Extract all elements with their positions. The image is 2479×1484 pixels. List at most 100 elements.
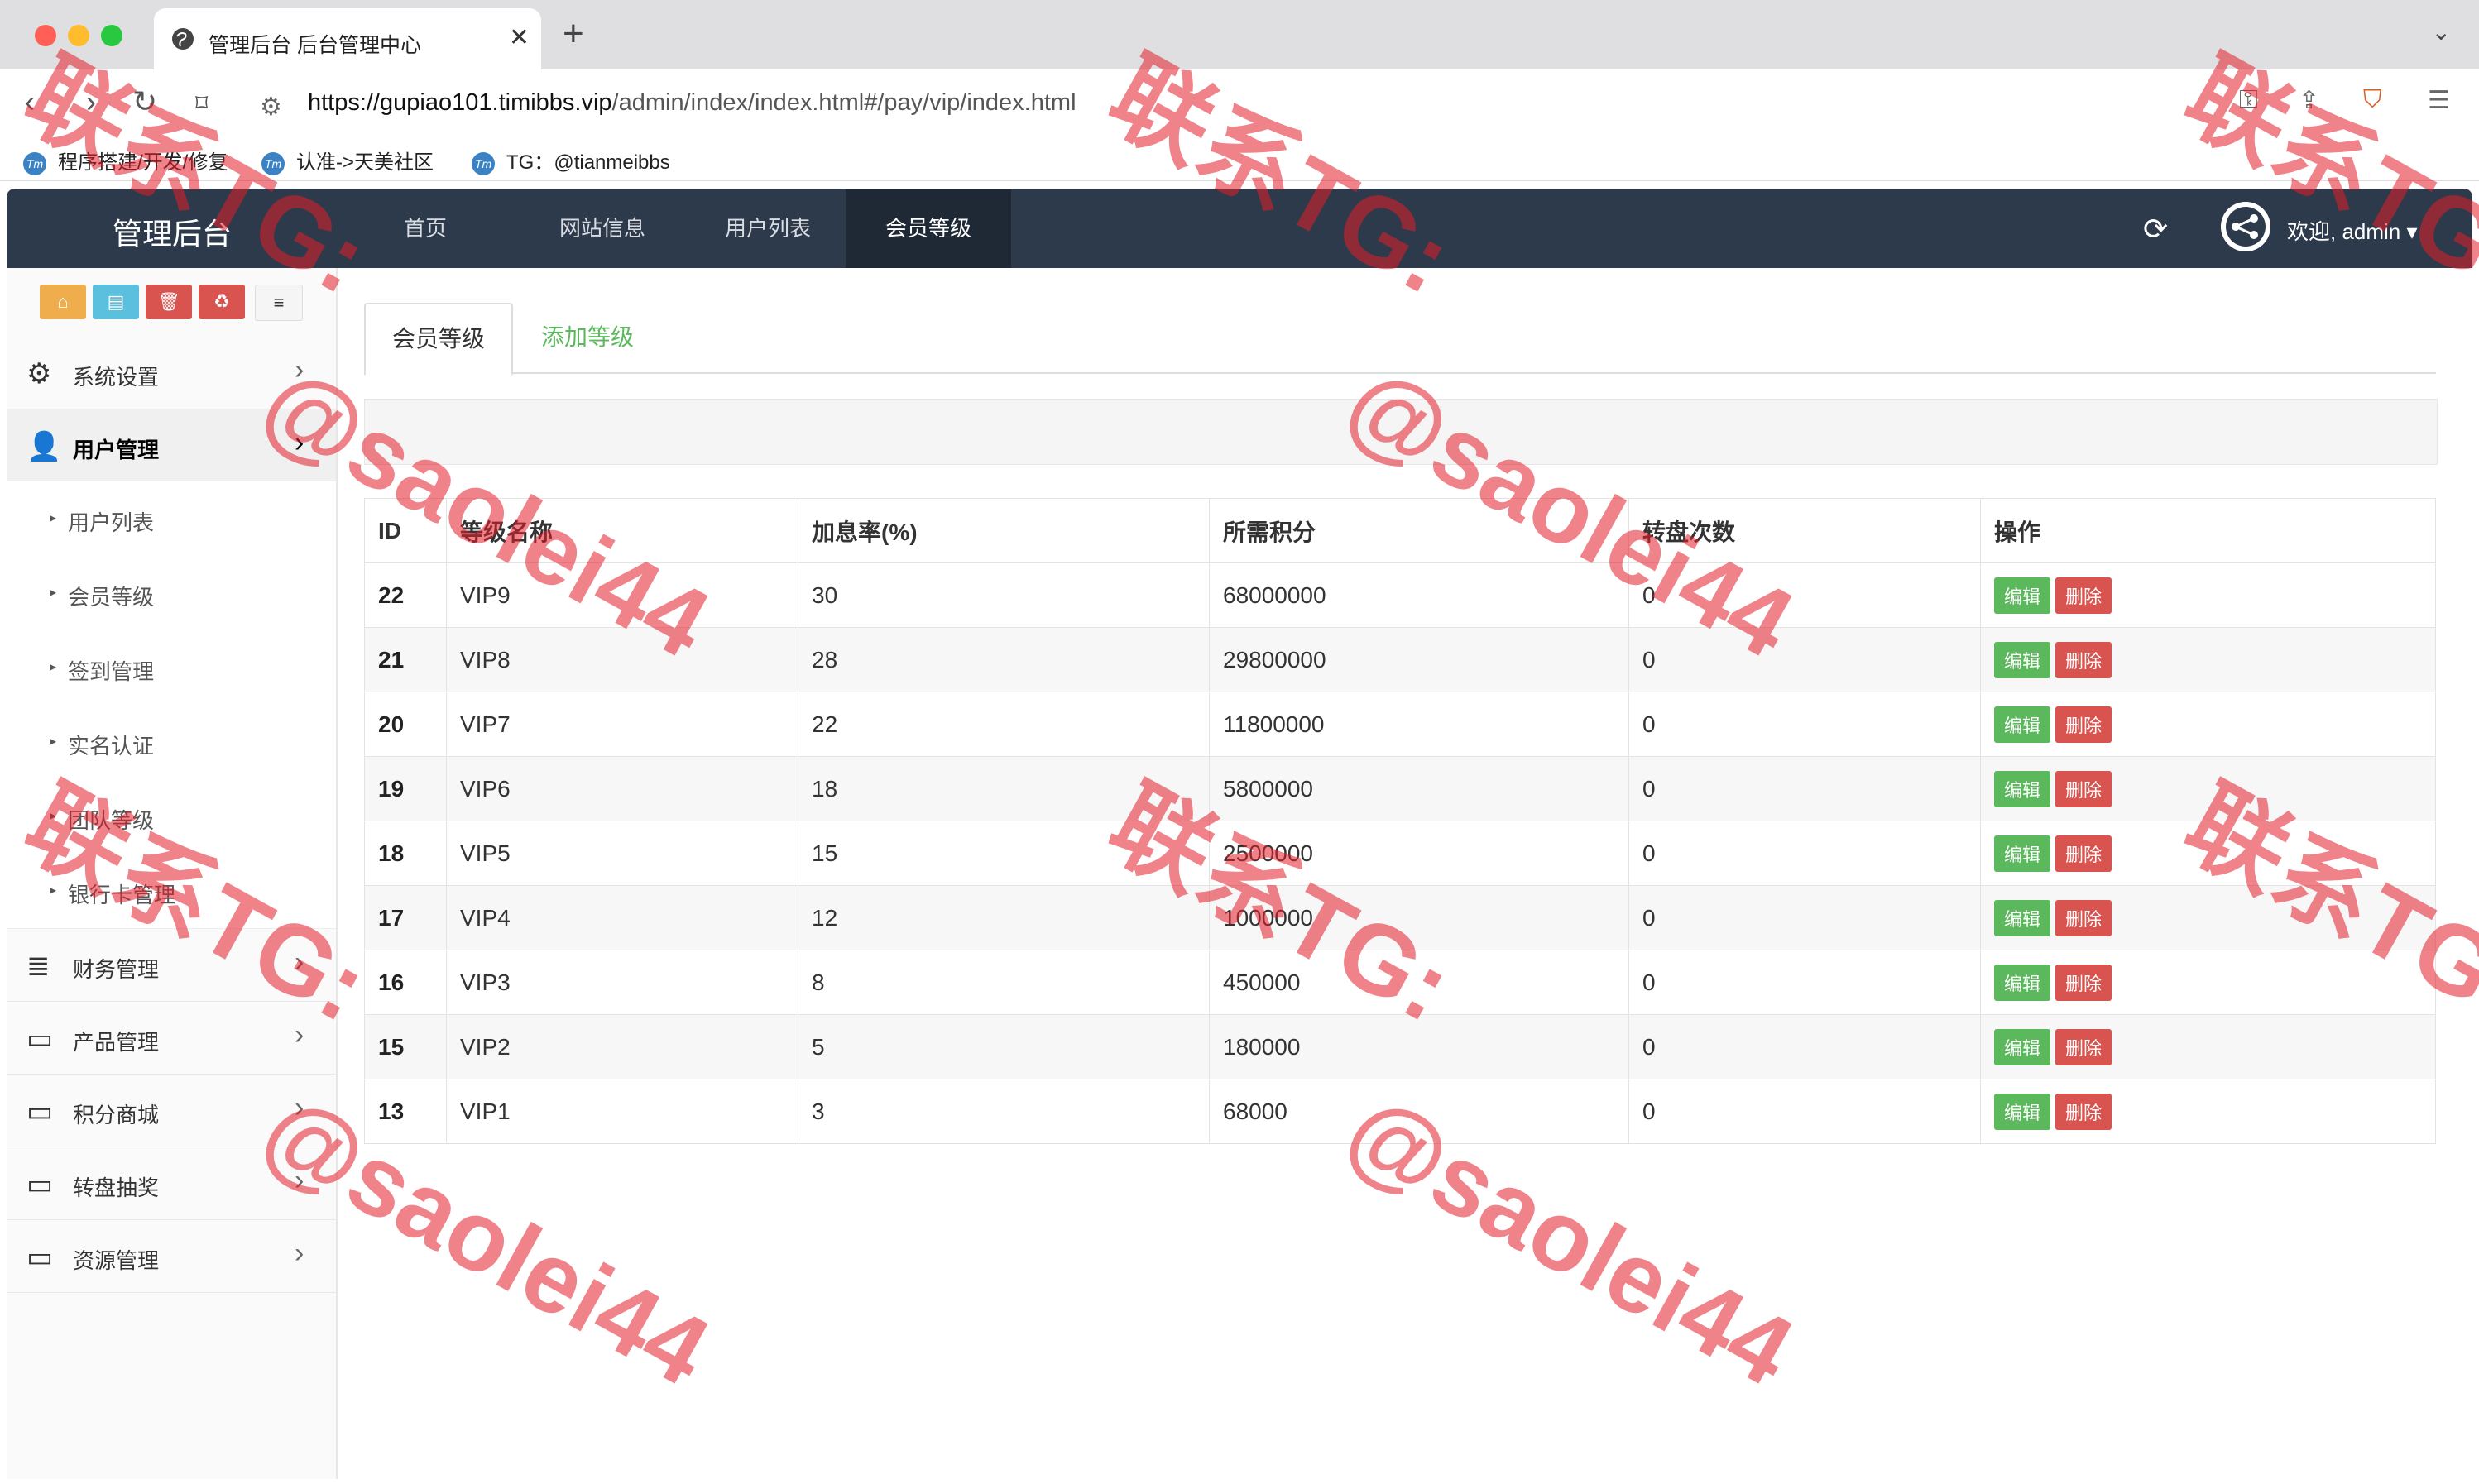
nav-site-info[interactable]: 网站信息 — [528, 189, 677, 268]
cell-interest-rate: 15 — [798, 821, 1210, 886]
brave-shield-icon[interactable]: ⛉ — [2363, 86, 2382, 114]
bookmark-item[interactable]: Tm 程序搭建/开发/修复 — [23, 146, 228, 175]
cell-required-points: 11800000 — [1209, 692, 1629, 757]
edit-button[interactable]: 编辑 — [1994, 899, 2051, 936]
tab-vip-level[interactable]: 会员等级 — [364, 303, 514, 376]
sidebar-item-points-mall[interactable]: ▭ 积分商城 › — [7, 1074, 336, 1147]
cell-id: 18 — [364, 821, 447, 886]
top-navbar: 管理后台 首页 网站信息 用户列表 会员等级 ⟳ 欢迎, admin ▾ — [7, 189, 2472, 268]
sidebar-subitem-label: 用户列表 — [68, 510, 155, 535]
nav-home[interactable]: 首页 — [359, 189, 491, 268]
site-settings-icon[interactable]: ⚙ — [260, 93, 282, 122]
sidebar-subitem-real-name[interactable]: ▸ 实名认证 — [7, 705, 336, 780]
new-tab-icon[interactable]: + — [563, 13, 584, 55]
brand-title[interactable]: 管理后台 — [113, 210, 232, 253]
bookmark-item[interactable]: Tm TG：@tianmeibbs — [472, 146, 670, 175]
sidebar-item-user-management[interactable]: 👤 用户管理 › — [7, 409, 336, 482]
nav-user-list[interactable]: 用户列表 — [693, 189, 842, 268]
edit-button[interactable]: 编辑 — [1994, 1028, 2051, 1065]
cell-id: 20 — [364, 692, 447, 757]
sidebar-subitem-bank-card[interactable]: ▸ 银行卡管理 — [7, 854, 336, 929]
trash-icon[interactable]: 🗑 — [146, 285, 192, 319]
menu-icon[interactable]: ☰ — [2428, 86, 2450, 115]
delete-button[interactable]: 删除 — [2055, 835, 2112, 872]
reload-icon[interactable]: ↻ — [132, 84, 157, 119]
home-icon[interactable]: ⌂ — [40, 285, 86, 319]
edit-button[interactable]: 编辑 — [1994, 1093, 2051, 1130]
delete-button[interactable]: 删除 — [2055, 641, 2112, 678]
sidebar: ⌂ ▤ 🗑 ♻ ≡ ⚙ 系统设置 › 👤 用户管理 › ▸ 用户列表 ▸ 会员等… — [7, 268, 338, 1479]
recycle-icon[interactable]: ♻ — [199, 285, 245, 319]
refresh-icon[interactable]: ⟳ — [2143, 212, 2168, 247]
list-icon[interactable]: ≡ — [255, 285, 303, 321]
nav-vip-level[interactable]: 会员等级 — [846, 189, 1011, 268]
cell-interest-rate: 18 — [798, 756, 1210, 821]
cell-level-name: VIP5 — [446, 821, 798, 886]
close-window-button[interactable] — [35, 25, 56, 46]
edit-button[interactable]: 编辑 — [1994, 577, 2051, 614]
sidebar-item-label: 积分商城 — [73, 1103, 160, 1127]
sidebar-item-system-settings[interactable]: ⚙ 系统设置 › — [7, 336, 336, 409]
sidebar-subitem-label: 签到管理 — [68, 659, 155, 684]
bookmark-icon[interactable]: ⌑ — [195, 89, 208, 118]
sidebar-subitem-vip-level[interactable]: ▸ 会员等级 — [7, 556, 336, 631]
globe-icon — [172, 28, 194, 50]
cell-required-points: 450000 — [1209, 950, 1629, 1015]
cell-interest-rate: 22 — [798, 692, 1210, 757]
maximize-window-button[interactable] — [101, 25, 122, 46]
edit-button[interactable]: 编辑 — [1994, 835, 2051, 872]
cell-interest-rate: 30 — [798, 562, 1210, 628]
cell-required-points: 1000000 — [1209, 885, 1629, 950]
sidebar-item-label: 用户管理 — [73, 438, 160, 462]
avatar[interactable] — [2221, 202, 2270, 251]
delete-button[interactable]: 删除 — [2055, 706, 2112, 743]
sidebar-item-products[interactable]: ▭ 产品管理 › — [7, 1001, 336, 1075]
sidebar-item-resources[interactable]: ▭ 资源管理 › — [7, 1219, 336, 1293]
bookmark-item[interactable]: Tm 认准->天美社区 — [261, 146, 434, 175]
url-text[interactable]: https://gupiao101.timibbs.vip/admin/inde… — [308, 89, 1076, 117]
chevron-down-icon[interactable]: ⌄ — [2432, 18, 2451, 45]
browser-tab[interactable]: 管理后台 后台管理中心 ✕ — [154, 8, 541, 69]
database-icon: ≣ — [26, 950, 50, 982]
delete-button[interactable]: 删除 — [2055, 577, 2112, 614]
cell-required-points: 29800000 — [1209, 627, 1629, 692]
cell-interest-rate: 3 — [798, 1079, 1210, 1144]
caret-right-icon: ▸ — [50, 586, 57, 600]
sidebar-subitem-label: 实名认证 — [68, 734, 155, 759]
back-icon[interactable]: ‹ — [25, 84, 35, 119]
delete-button[interactable]: 删除 — [2055, 1028, 2112, 1065]
delete-button[interactable]: 删除 — [2055, 770, 2112, 807]
sidebar-item-label: 系统设置 — [73, 365, 160, 390]
cell-required-points: 180000 — [1209, 1014, 1629, 1079]
delete-button[interactable]: 删除 — [2055, 1093, 2112, 1130]
chevron-right-icon: › — [295, 1092, 304, 1123]
close-tab-icon[interactable]: ✕ — [509, 23, 530, 52]
sidebar-subitem-team-level[interactable]: ▸ 团队等级 — [7, 779, 336, 854]
cell-spin-count: 0 — [1628, 756, 1981, 821]
file-icon[interactable]: ▤ — [93, 285, 139, 319]
delete-button[interactable]: 删除 — [2055, 964, 2112, 1001]
edit-button[interactable]: 编辑 — [1994, 964, 2051, 1001]
sidebar-item-lucky-wheel[interactable]: ▭ 转盘抽奖 › — [7, 1147, 336, 1220]
caret-right-icon: ▸ — [50, 809, 57, 823]
key-icon[interactable]: ⚿ — [2239, 86, 2258, 114]
sidebar-subitem-user-list[interactable]: ▸ 用户列表 — [7, 481, 336, 557]
edit-button[interactable]: 编辑 — [1994, 706, 2051, 743]
sidebar-item-label: 产品管理 — [73, 1030, 160, 1055]
cell-level-name: VIP8 — [446, 627, 798, 692]
table-row: 19 VIP6 18 5800000 0 编辑 删除 — [364, 756, 2436, 821]
minimize-window-button[interactable] — [68, 25, 89, 46]
sidebar-subitem-checkin[interactable]: ▸ 签到管理 — [7, 630, 336, 706]
user-menu[interactable]: 欢迎, admin ▾ — [2287, 215, 2418, 246]
edit-button[interactable]: 编辑 — [1994, 641, 2051, 678]
cell-spin-count: 0 — [1628, 885, 1981, 950]
forward-icon[interactable]: › — [86, 84, 96, 119]
table-row: 16 VIP3 8 450000 0 编辑 删除 — [364, 950, 2436, 1015]
sidebar-item-finance[interactable]: ≣ 财务管理 › — [7, 928, 336, 1002]
sidebar-item-label: 资源管理 — [73, 1248, 160, 1273]
edit-button[interactable]: 编辑 — [1994, 770, 2051, 807]
delete-button[interactable]: 删除 — [2055, 899, 2112, 936]
tab-add-level[interactable]: 添加等级 — [515, 303, 660, 372]
chevron-right-icon: › — [295, 1165, 304, 1196]
share-icon[interactable]: ⇪ — [2299, 86, 2319, 115]
